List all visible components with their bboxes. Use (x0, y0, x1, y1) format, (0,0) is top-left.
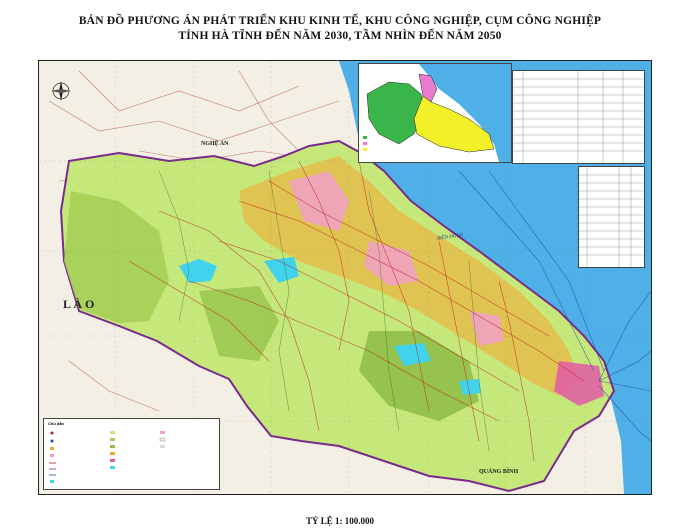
legend-symbols (49, 431, 166, 483)
map-title-line2: TỈNH HÀ TĨNH ĐẾN NĂM 2030, TẦM NHÌN ĐẾN … (178, 30, 502, 42)
map-legend: Chú dẫn (43, 418, 220, 490)
map-scale: TỶ LỆ 1: 100.000 (305, 516, 374, 526)
inset-map-canvas (359, 64, 511, 162)
label-nghe-an: NGHỆ AN (201, 141, 229, 147)
statistics-table-2 (578, 166, 645, 268)
label-lao: L À O (63, 297, 95, 311)
map-title-line1: BẢN ĐỒ PHƯƠNG ÁN PHÁT TRIỂN KHU KINH TẾ,… (78, 15, 602, 27)
statistics-table-1 (512, 70, 645, 164)
inset-legend (363, 136, 367, 151)
inset-map[interactable] (358, 63, 512, 163)
table-1-grid (513, 71, 644, 163)
table-2-grid (579, 167, 644, 267)
label-quang-binh: QUẢNG BÌNH (479, 469, 519, 475)
